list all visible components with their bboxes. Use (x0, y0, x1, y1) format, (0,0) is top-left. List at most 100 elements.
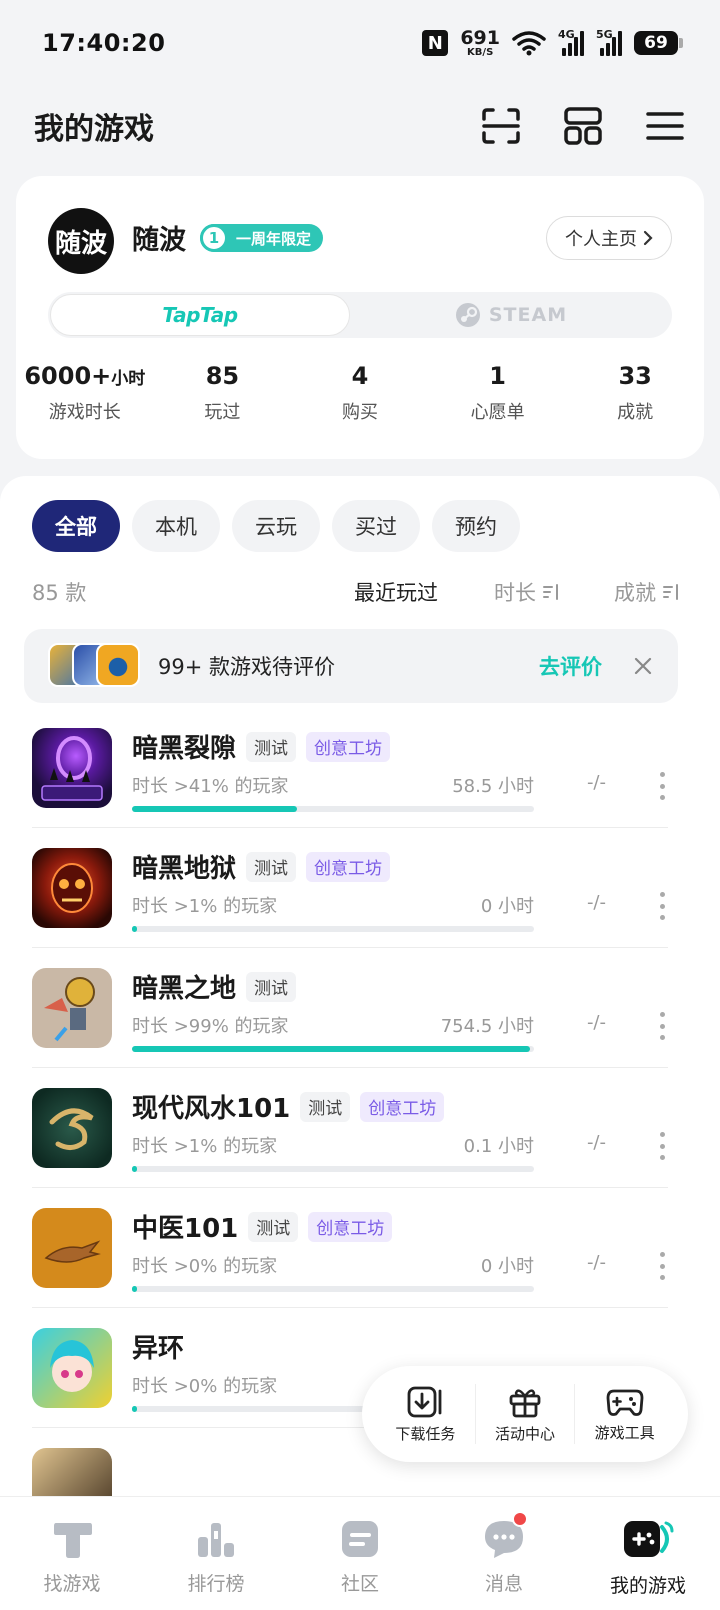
game-row[interactable]: 暗黑之地 测试 时长 >99% 的玩家 754.5 小时 -/- (32, 956, 668, 1076)
scan-icon[interactable] (480, 105, 522, 147)
nav-label: 排行榜 (187, 1573, 245, 1595)
achievement-progress: -/- (586, 1012, 606, 1033)
playtime-bar-fill (132, 1406, 137, 1412)
playtime-bar (132, 806, 534, 812)
game-tools-button[interactable]: 游戏工具 (575, 1386, 674, 1443)
filter-reserved[interactable]: 预约 (432, 500, 520, 552)
stat-value: 33 (618, 362, 652, 390)
playtime-percentile: 时长 >41% 的玩家 (132, 776, 289, 797)
nav-ranking[interactable]: 排行榜 (144, 1497, 288, 1610)
signal-5g-icon: 5G (596, 28, 622, 56)
nav-community[interactable]: 社区 (288, 1497, 432, 1610)
game-icon (32, 1088, 112, 1168)
go-review-button[interactable]: 去评价 (539, 651, 602, 681)
header-actions (480, 105, 686, 147)
game-title-line: 暗黑之地 测试 (132, 968, 297, 1005)
nav-label: 消息 (484, 1573, 523, 1595)
download-tasks-label: 下载任务 (395, 1424, 456, 1443)
divider (32, 1307, 668, 1308)
stat-value: 4 (351, 362, 369, 390)
tag-test: 测试 (300, 1091, 351, 1122)
nav-my-games[interactable]: 我的游戏 (576, 1497, 720, 1610)
divider (32, 1067, 668, 1068)
sort-playtime[interactable]: 时长 (494, 577, 560, 607)
bottom-nav: 找游戏 排行榜 社区 消息 我的游戏 (0, 1496, 720, 1610)
stat-played[interactable]: 85 玩过 (154, 362, 292, 424)
sort-recent[interactable]: 最近玩过 (354, 577, 438, 607)
stat-purchased[interactable]: 4 购买 (291, 362, 429, 424)
game-name: 中医101 (132, 1214, 239, 1244)
nav-messages[interactable]: 消息 (432, 1497, 576, 1610)
game-row[interactable]: 现代风水101 测试 创意工坊 时长 >1% 的玩家 0.1 小时 -/- (32, 1076, 668, 1196)
game-title-line: 现代风水101 测试 创意工坊 (132, 1088, 445, 1125)
more-icon[interactable] (656, 892, 668, 920)
nav-find-games[interactable]: 找游戏 (0, 1497, 144, 1610)
anniversary-badge[interactable]: 1 一周年限定 (200, 224, 324, 252)
anniversary-badge-label: 一周年限定 (236, 229, 312, 248)
filter-bought[interactable]: 买过 (332, 500, 420, 552)
username[interactable]: 随波 (132, 218, 186, 257)
game-title-line: 中医101 测试 创意工坊 (132, 1208, 393, 1245)
tag-test: 测试 (246, 851, 297, 882)
filter-local[interactable]: 本机 (132, 500, 220, 552)
nfc-icon: N (422, 30, 449, 56)
activity-center-button[interactable]: 活动中心 (476, 1385, 575, 1444)
status-bar: 17:40:20 N 691 KB/S 4G 5G 69 (0, 0, 720, 86)
playtime-bar-fill (132, 806, 297, 812)
menu-icon[interactable] (644, 105, 686, 147)
tag-test: 测试 (246, 731, 297, 762)
playtime-bar (132, 1046, 534, 1052)
profile-page-button[interactable]: 个人主页 (546, 216, 672, 260)
game-row[interactable]: 暗黑地狱 测试 创意工坊 时长 >1% 的玩家 0 小时 -/- (32, 836, 668, 956)
stat-playtime[interactable]: 6000+小时 游戏时长 (16, 362, 154, 424)
nav-label: 我的游戏 (609, 1575, 686, 1597)
profile-page-label: 个人主页 (565, 229, 637, 250)
more-icon[interactable] (656, 772, 668, 800)
game-name: 现代风水101 (132, 1094, 291, 1124)
game-icon (32, 968, 112, 1048)
sort-playtime-label: 时长 (494, 581, 536, 605)
tab-taptap[interactable]: TapTap (50, 294, 350, 336)
close-icon[interactable] (632, 655, 654, 677)
game-list-panel: 全部 本机 云玩 买过 预约 85 款 最近玩过 时长 成就 99+ 款游戏待评… (0, 476, 720, 1528)
game-row[interactable]: 中医101 测试 创意工坊 时长 >0% 的玩家 0 小时 -/- (32, 1196, 668, 1316)
page-title: 我的游戏 (34, 112, 154, 147)
stat-label: 心愿单 (470, 402, 525, 423)
more-icon[interactable] (656, 1132, 668, 1160)
sort-achievements[interactable]: 成就 (614, 577, 680, 607)
filter-cloud[interactable]: 云玩 (232, 500, 320, 552)
stat-value: 1 (489, 362, 506, 390)
sort-icon (663, 584, 678, 600)
more-icon[interactable] (656, 1252, 668, 1280)
gamepad-icon (606, 1389, 644, 1416)
download-tasks-button[interactable]: 下载任务 (376, 1385, 475, 1444)
stat-achievements[interactable]: 33 成就 (566, 362, 704, 424)
tag-workshop: 创意工坊 (360, 1091, 445, 1122)
playtime-percentile: 时长 >0% 的玩家 (132, 1256, 278, 1277)
playtime-bar (132, 926, 534, 932)
nav-label: 社区 (340, 1573, 379, 1595)
activity-center-label: 活动中心 (495, 1424, 556, 1443)
signal-4g-icon: 4G (558, 28, 584, 56)
find-games-icon (54, 1523, 92, 1558)
game-name: 暗黑裂隙 (132, 734, 237, 764)
game-icon (32, 848, 112, 928)
filter-all[interactable]: 全部 (32, 500, 120, 552)
game-row[interactable]: 暗黑裂隙 测试 创意工坊 时长 >41% 的玩家 58.5 小时 -/- (32, 716, 668, 836)
layout-grid-icon[interactable] (562, 105, 604, 147)
stat-value: 85 (205, 362, 240, 390)
avatar[interactable]: 随波 (48, 208, 114, 274)
achievement-progress: -/- (586, 1132, 606, 1153)
game-tools-label: 游戏工具 (594, 1423, 655, 1442)
more-icon[interactable] (656, 1012, 668, 1040)
signal-5g-label: 5G (596, 28, 613, 41)
tab-steam[interactable]: STEAM (350, 292, 672, 338)
playtime-bar-fill (132, 1046, 530, 1052)
status-icons: N 691 KB/S 4G 5G 69 (422, 28, 683, 58)
stat-wishlist[interactable]: 1 心愿单 (429, 362, 567, 424)
review-banner[interactable]: 99+ 款游戏待评价 去评价 (24, 629, 678, 703)
stat-unit: 小时 (111, 369, 146, 389)
game-icon (32, 1328, 112, 1408)
profile-stats: 6000+小时 游戏时长 85 玩过 4 购买 1 心愿单 33 成就 (16, 362, 704, 424)
playtime-hours: 0 小时 (480, 896, 534, 917)
